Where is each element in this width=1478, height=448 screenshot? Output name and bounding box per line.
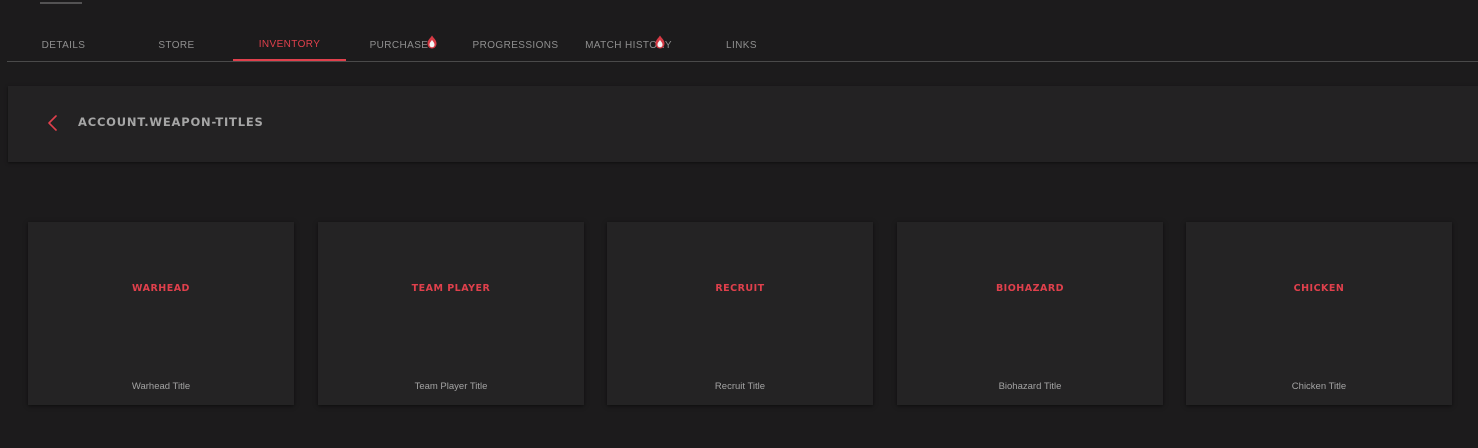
page: DETAILS STORE INVENTORY PURCHASES PROGRE…: [0, 0, 1478, 448]
tab-label: DETAILS: [41, 40, 86, 51]
section-header: ACCOUNT.WEAPON-TITLES: [8, 86, 1478, 162]
top-cutoff-heading: [40, 0, 82, 4]
tab-inventory[interactable]: INVENTORY: [233, 30, 346, 61]
tab-progressions[interactable]: PROGRESSIONS: [459, 30, 572, 61]
weapon-title-card-team-player[interactable]: TEAM PLAYER Team Player Title: [318, 222, 584, 405]
card-title: Team Player Title: [414, 381, 488, 392]
page-title: ACCOUNT.WEAPON-TITLES: [78, 115, 264, 129]
flame-badge-icon: [655, 35, 665, 49]
card-name: BIOHAZARD: [995, 283, 1065, 294]
card-name: TEAM PLAYER: [411, 283, 491, 294]
flame-badge-icon: [427, 35, 437, 49]
weapon-title-card-warhead[interactable]: WARHEAD Warhead Title: [28, 222, 294, 405]
tab-label: PROGRESSIONS: [472, 40, 559, 51]
tab-purchases[interactable]: PURCHASES: [346, 30, 459, 61]
tab-details[interactable]: DETAILS: [7, 30, 120, 61]
tab-label: STORE: [158, 40, 195, 51]
card-title: Warhead Title: [131, 381, 191, 392]
tab-label: INVENTORY: [258, 39, 321, 50]
weapon-title-card-biohazard[interactable]: BIOHAZARD Biohazard Title: [897, 222, 1163, 405]
tab-links[interactable]: LINKS: [685, 30, 798, 61]
tab-store[interactable]: STORE: [120, 30, 233, 61]
card-title: Biohazard Title: [998, 381, 1062, 392]
card-name: CHICKEN: [1293, 283, 1345, 294]
card-name: WARHEAD: [132, 283, 190, 294]
card-title: Recruit Title: [714, 381, 766, 392]
card-name: RECRUIT: [715, 283, 765, 294]
weapon-title-card-chicken[interactable]: CHICKEN Chicken Title: [1186, 222, 1452, 405]
tab-bar: DETAILS STORE INVENTORY PURCHASES PROGRE…: [7, 30, 1478, 62]
tab-match-history[interactable]: MATCH HISTORY: [572, 30, 685, 61]
card-title: Chicken Title: [1291, 381, 1347, 392]
weapon-title-card-recruit[interactable]: RECRUIT Recruit Title: [607, 222, 873, 405]
weapon-title-grid: WARHEAD Warhead Title TEAM PLAYER Team P…: [28, 222, 1452, 406]
tab-label: LINKS: [726, 40, 757, 51]
chevron-left-icon[interactable]: [46, 114, 60, 132]
